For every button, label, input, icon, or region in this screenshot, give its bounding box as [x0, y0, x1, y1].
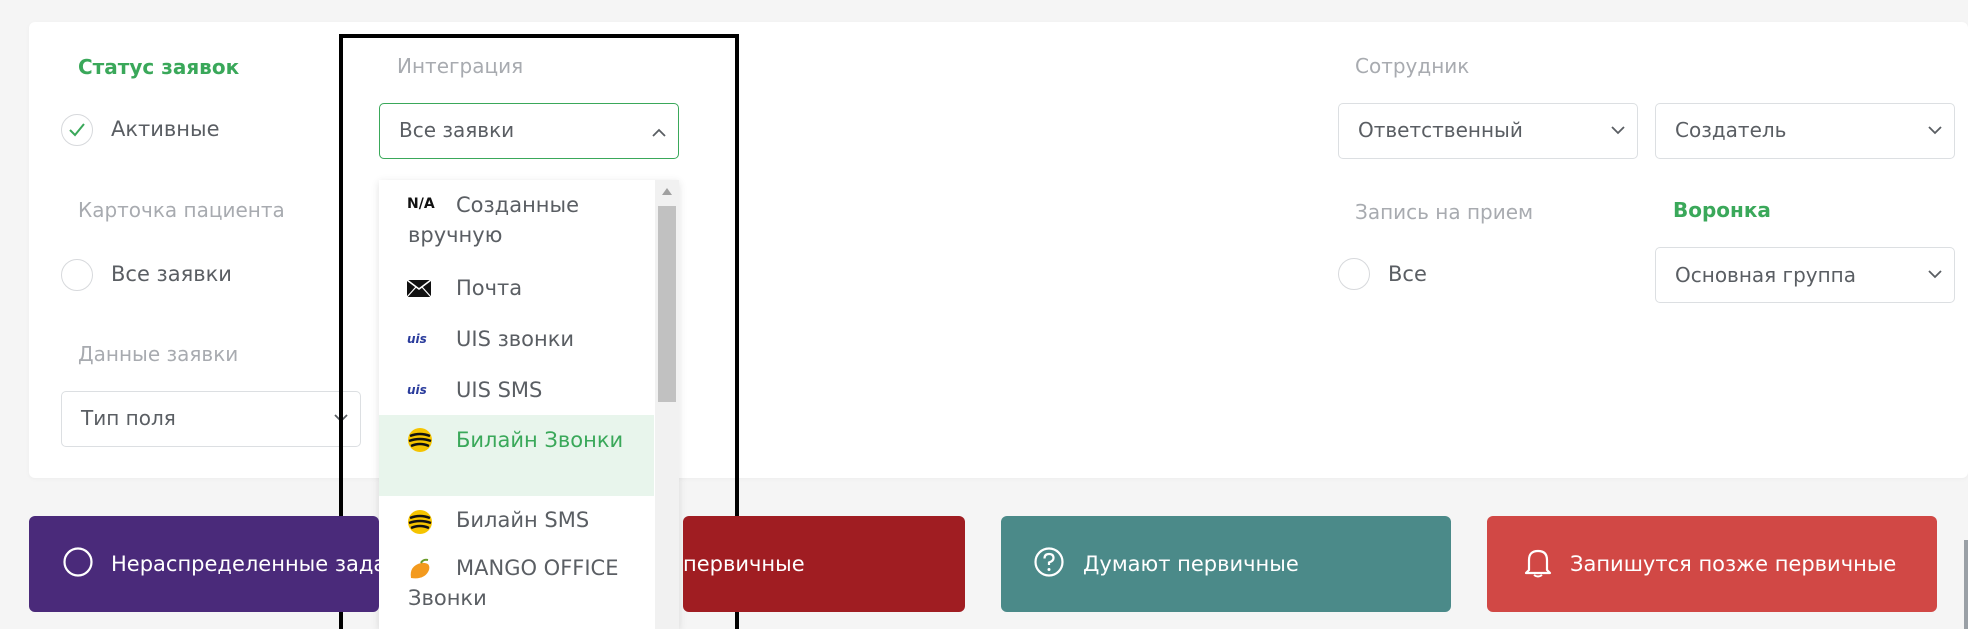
dropdown-item-uis-sms[interactable]: uis UIS SMS — [379, 372, 654, 412]
status-active-radio[interactable] — [61, 114, 93, 146]
chevron-down-icon — [334, 414, 348, 423]
appointment-label: Все — [1388, 262, 1427, 286]
dropdown-item-label: MANGO OFFICE Звонки — [408, 556, 619, 610]
scroll-up-icon[interactable] — [662, 188, 672, 195]
request-data-title: Данные заявки — [78, 342, 239, 366]
later-primary-label: Запишутся позже первичные — [1570, 552, 1897, 576]
dropdown-item-label: Билайн SMS — [456, 508, 590, 532]
unassigned-tasks-label: Нераспределенные задачи — [111, 552, 413, 576]
appointment-radio[interactable] — [1338, 258, 1370, 290]
funnel-select[interactable]: Основная группа — [1655, 247, 1955, 303]
field-type-value: Тип поля — [81, 406, 176, 430]
later-primary-button[interactable]: Запишутся позже первичные — [1487, 516, 1937, 612]
patient-card-label: Все заявки — [111, 262, 232, 286]
integration-dropdown: N/A Созданные вручную Почта uis UIS звон… — [379, 180, 679, 629]
chevron-down-icon — [1928, 126, 1942, 135]
creator-select[interactable]: Создатель — [1655, 103, 1955, 159]
integration-value: Все заявки — [399, 118, 515, 142]
page-scrollbar[interactable] — [1964, 540, 1968, 629]
bell-icon — [1524, 549, 1552, 578]
chevron-up-icon — [652, 128, 666, 137]
patient-card-radio[interactable] — [61, 259, 93, 291]
dropdown-item-manual[interactable]: N/A Созданные вручную — [379, 190, 654, 256]
dropdown-scrollbar[interactable] — [655, 180, 679, 629]
dropdown-item-beeline-sms[interactable]: Билайн SMS — [379, 502, 654, 542]
dropdown-item-label: Созданные вручную — [408, 193, 580, 247]
funnel-title: Воронка — [1673, 198, 1771, 222]
appointment-title: Запись на прием — [1355, 200, 1534, 224]
scrollbar-thumb[interactable] — [658, 206, 676, 402]
funnel-value: Основная группа — [1675, 263, 1857, 287]
dropdown-item-label: Билайн Звонки — [456, 428, 624, 452]
dropdown-item-beeline-calls[interactable]: Билайн Звонки — [379, 415, 654, 496]
patient-card-title: Карточка пациента — [78, 198, 285, 222]
dropdown-item-mango-calls[interactable]: MANGO OFFICE Звонки — [379, 553, 654, 619]
field-type-select[interactable]: Тип поля — [61, 391, 361, 447]
chevron-down-icon — [1611, 126, 1625, 135]
integration-title: Интеграция — [397, 54, 524, 78]
question-icon — [1034, 547, 1064, 577]
chevron-down-icon — [1928, 270, 1942, 279]
dropdown-item-mail[interactable]: Почта — [379, 270, 654, 310]
dropdown-item-label: UIS SMS — [456, 378, 543, 402]
unassigned-tasks-button[interactable]: Нераспределенные задачи — [29, 516, 412, 612]
creator-value: Создатель — [1675, 118, 1787, 142]
responsible-select[interactable]: Ответственный — [1338, 103, 1638, 159]
dropdown-item-label: Почта — [456, 276, 523, 300]
dropdown-item-uis-calls[interactable]: uis UIS звонки — [379, 321, 654, 361]
thinking-primary-label: Думают первичные — [1083, 552, 1299, 576]
status-active-label: Активные — [111, 117, 220, 141]
employee-title: Сотрудник — [1355, 54, 1470, 78]
primary-button[interactable]: первичные — [683, 516, 965, 612]
check-icon — [69, 123, 85, 137]
circle-icon — [63, 547, 93, 577]
dropdown-item-label: UIS звонки — [456, 327, 575, 351]
integration-select[interactable]: Все заявки — [379, 103, 679, 159]
primary-label: первичные — [683, 552, 805, 576]
responsible-value: Ответственный — [1358, 118, 1523, 142]
thinking-primary-button[interactable]: Думают первичные — [1001, 516, 1451, 612]
status-title: Статус заявок — [78, 55, 240, 79]
